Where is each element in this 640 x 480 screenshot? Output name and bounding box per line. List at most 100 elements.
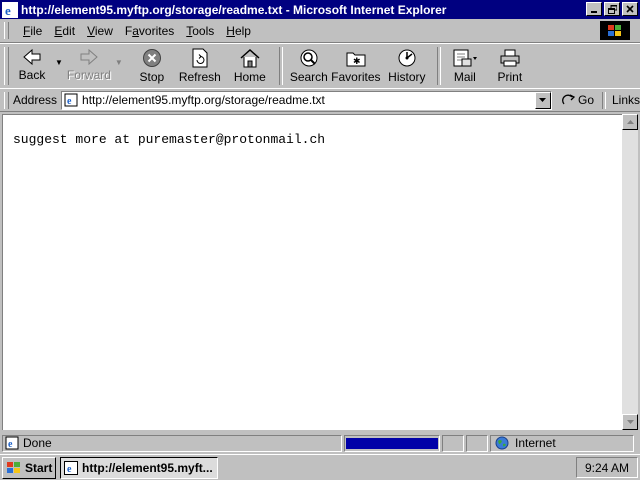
menu-file[interactable]: File (17, 24, 48, 38)
back-button[interactable]: Back (9, 44, 55, 86)
standard-toolbar: Back ▼ Forward ▼ Stop Refresh Home Searc… (0, 43, 640, 89)
home-button[interactable]: Home (225, 44, 275, 86)
toolbar-separator (278, 47, 283, 85)
toolbar-separator (436, 47, 441, 85)
refresh-icon (192, 48, 208, 68)
clock[interactable]: 9:24 AM (585, 461, 629, 475)
printer-icon (500, 49, 520, 67)
search-button[interactable]: Search (287, 44, 331, 86)
start-button[interactable]: Start (2, 457, 56, 479)
chevron-down-icon (539, 98, 547, 102)
restore-button[interactable] (604, 2, 620, 16)
status-pane-security (466, 434, 488, 452)
stop-icon (142, 49, 161, 67)
taskbar: Start e http://element95.myft... 9:24 AM (0, 454, 640, 480)
close-icon (626, 5, 634, 13)
address-field[interactable]: e (61, 90, 552, 110)
mail-icon (453, 49, 477, 67)
svg-text:e: e (67, 96, 72, 107)
address-bar: Address e Go Links (0, 88, 640, 112)
scroll-up-icon (626, 120, 634, 124)
menu-edit[interactable]: Edit (48, 24, 81, 38)
history-label: History (388, 70, 426, 84)
forward-arrow-icon (80, 48, 98, 66)
search-label: Search (289, 70, 328, 84)
back-label: Back (18, 68, 46, 82)
menu-favorites[interactable]: Favorites (119, 24, 180, 38)
globe-icon (495, 436, 509, 450)
go-arrow-icon (562, 94, 576, 105)
document-view[interactable]: suggest more at puremaster@protonmail.ch (2, 114, 622, 430)
stop-label: Stop (139, 70, 165, 84)
svg-text:✱: ✱ (353, 57, 361, 67)
favorites-label: Favorites (331, 70, 381, 84)
window-title: http://element95.myftp.org/storage/readm… (21, 2, 447, 17)
ie-page-icon[interactable]: e (2, 1, 18, 18)
close-button[interactable] (622, 2, 638, 16)
scroll-down-button[interactable] (622, 414, 638, 430)
back-arrow-icon (23, 48, 41, 66)
caption-buttons (584, 2, 638, 16)
status-text: Done (23, 436, 52, 450)
title-bar[interactable]: e http://element95.myftp.org/storage/rea… (0, 0, 640, 19)
address-dropdown-button[interactable] (534, 91, 551, 109)
go-button[interactable]: Go (562, 93, 594, 107)
svg-text:e: e (8, 439, 13, 450)
history-icon (398, 49, 416, 67)
start-label: Start (25, 461, 53, 475)
status-text-pane: e Done (2, 434, 342, 452)
progress-bar (344, 434, 440, 452)
go-label: Go (577, 93, 594, 107)
zone-text: Internet (515, 436, 556, 450)
windows-logo-icon (600, 21, 630, 40)
status-bar: e Done Internet (0, 433, 640, 453)
svg-text:e: e (67, 464, 72, 475)
mail-button[interactable]: Mail (445, 44, 485, 86)
svg-text:e: e (5, 3, 11, 17)
windows-flag-icon (7, 462, 20, 473)
vertical-scrollbar[interactable] (622, 114, 638, 430)
print-label: Print (497, 70, 523, 84)
minimize-icon (591, 11, 597, 13)
scroll-down-icon (626, 420, 634, 424)
address-separator (602, 91, 606, 109)
page-icon: e (64, 93, 78, 107)
menubar-grip[interactable] (4, 22, 9, 39)
favorites-folder-icon: ✱ (346, 52, 366, 67)
menu-bar: File Edit View Favorites Tools Help (0, 19, 640, 43)
system-tray: 9:24 AM (576, 457, 638, 478)
search-icon (300, 49, 318, 67)
forward-dropdown-arrow[interactable]: ▼ (115, 58, 123, 67)
menu-help[interactable]: Help (220, 24, 257, 38)
menu-view[interactable]: View (81, 24, 119, 38)
home-label: Home (233, 70, 266, 84)
back-dropdown-arrow[interactable]: ▼ (55, 58, 63, 67)
mail-label: Mail (453, 70, 476, 84)
scroll-up-button[interactable] (622, 114, 638, 130)
forward-label: Forward (66, 68, 111, 82)
refresh-label: Refresh (178, 70, 221, 84)
taskbar-ie-label: http://element95.myft... (82, 461, 213, 475)
forward-button[interactable]: Forward (63, 44, 115, 86)
print-button[interactable]: Print (485, 44, 535, 86)
history-button[interactable]: History (381, 44, 433, 86)
taskbar-ie-button[interactable]: e http://element95.myft... (60, 457, 218, 479)
home-icon (240, 48, 260, 68)
page-done-icon: e (5, 436, 19, 450)
links-button[interactable]: Links (612, 93, 640, 107)
ie-icon: e (64, 461, 78, 475)
address-label: Address (13, 93, 58, 107)
status-pane-offline (442, 434, 464, 452)
menu-tools[interactable]: Tools (180, 24, 220, 38)
addressbar-grip[interactable] (4, 91, 9, 109)
address-input[interactable] (82, 93, 523, 107)
favorites-button[interactable]: ✱ Favorites (331, 44, 381, 86)
restore-icon (607, 4, 617, 14)
security-zone-pane: Internet (490, 434, 634, 452)
ie-window: e http://element95.myftp.org/storage/rea… (0, 0, 640, 480)
minimize-button[interactable] (586, 2, 602, 16)
stop-button[interactable]: Stop (129, 44, 175, 86)
refresh-button[interactable]: Refresh (175, 44, 225, 86)
document-text: suggest more at puremaster@protonmail.ch (13, 132, 326, 147)
progress-fill (346, 437, 438, 449)
